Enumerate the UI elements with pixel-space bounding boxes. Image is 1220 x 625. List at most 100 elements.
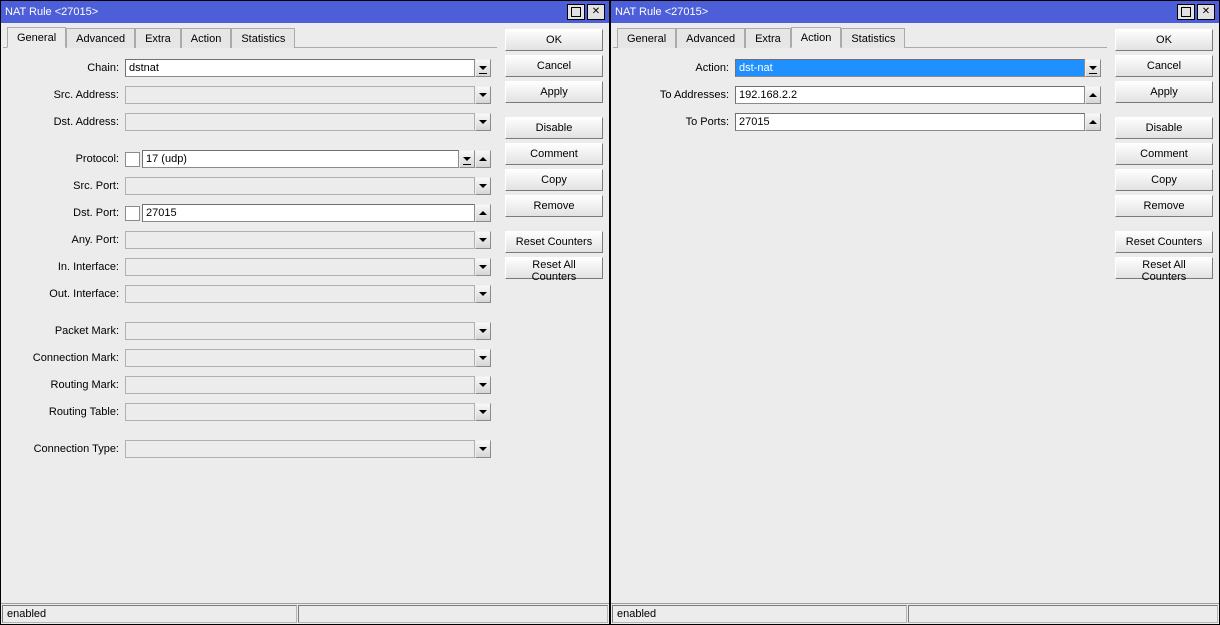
any-port-input[interactable]: [125, 231, 475, 249]
src-address-label: Src. Address:: [9, 89, 125, 101]
tabstrip: General Advanced Extra Action Statistics: [613, 25, 1107, 48]
tab-extra[interactable]: Extra: [745, 28, 791, 48]
disable-button[interactable]: Disable: [1115, 117, 1213, 139]
connection-type-input[interactable]: [125, 440, 475, 458]
tab-statistics[interactable]: Statistics: [841, 28, 905, 48]
reset-counters-button[interactable]: Reset Counters: [1115, 231, 1213, 253]
dst-address-label: Dst. Address:: [9, 116, 125, 128]
dst-port-input[interactable]: [142, 204, 475, 222]
dst-port-invert-checkbox[interactable]: [125, 206, 140, 221]
remove-button[interactable]: Remove: [1115, 195, 1213, 217]
routing-table-input[interactable]: [125, 403, 475, 421]
protocol-dropdown-icon[interactable]: [459, 150, 475, 168]
maximize-icon[interactable]: [567, 4, 585, 20]
routing-mark-input[interactable]: [125, 376, 475, 394]
protocol-label: Protocol:: [9, 153, 125, 165]
to-addresses-input[interactable]: [735, 86, 1085, 104]
reset-all-counters-button[interactable]: Reset All Counters: [505, 257, 603, 279]
reset-all-counters-button[interactable]: Reset All Counters: [1115, 257, 1213, 279]
src-port-input[interactable]: [125, 177, 475, 195]
disable-button[interactable]: Disable: [505, 117, 603, 139]
protocol-invert-checkbox[interactable]: [125, 152, 140, 167]
out-interface-expand-icon[interactable]: [475, 285, 491, 303]
status-spacer: [298, 605, 608, 623]
cancel-button[interactable]: Cancel: [1115, 55, 1213, 77]
close-icon[interactable]: ✕: [587, 4, 605, 20]
tab-general[interactable]: General: [7, 27, 66, 48]
statusbar: enabled: [611, 603, 1219, 624]
connection-mark-label: Connection Mark:: [9, 352, 125, 364]
connection-mark-expand-icon[interactable]: [475, 349, 491, 367]
nat-rule-window-right: NAT Rule <27015> ✕ General Advanced Extr…: [610, 0, 1220, 625]
statusbar: enabled: [1, 603, 609, 624]
reset-counters-button[interactable]: Reset Counters: [505, 231, 603, 253]
packet-mark-expand-icon[interactable]: [475, 322, 491, 340]
to-ports-label: To Ports:: [619, 116, 735, 128]
to-addresses-collapse-icon[interactable]: [1085, 86, 1101, 104]
in-interface-expand-icon[interactable]: [475, 258, 491, 276]
protocol-input[interactable]: [142, 150, 459, 168]
tab-action[interactable]: Action: [791, 27, 842, 48]
window-title: NAT Rule <27015>: [615, 6, 1175, 18]
protocol-collapse-icon[interactable]: [475, 150, 491, 168]
titlebar: NAT Rule <27015> ✕: [611, 1, 1219, 23]
nat-rule-window-left: NAT Rule <27015> ✕ General Advanced Extr…: [0, 0, 610, 625]
in-interface-input[interactable]: [125, 258, 475, 276]
connection-type-expand-icon[interactable]: [475, 440, 491, 458]
src-address-input[interactable]: [125, 86, 475, 104]
connection-mark-input[interactable]: [125, 349, 475, 367]
status-text: enabled: [612, 605, 907, 623]
tab-extra[interactable]: Extra: [135, 28, 181, 48]
tab-statistics[interactable]: Statistics: [231, 28, 295, 48]
dst-address-input[interactable]: [125, 113, 475, 131]
tabstrip: General Advanced Extra Action Statistics: [3, 25, 497, 48]
action-dropdown-icon[interactable]: [1085, 59, 1101, 77]
any-port-expand-icon[interactable]: [475, 231, 491, 249]
button-column: OK Cancel Apply Disable Comment Copy Rem…: [499, 23, 609, 603]
to-ports-collapse-icon[interactable]: [1085, 113, 1101, 131]
src-port-label: Src. Port:: [9, 180, 125, 192]
tab-advanced[interactable]: Advanced: [676, 28, 745, 48]
packet-mark-input[interactable]: [125, 322, 475, 340]
packet-mark-label: Packet Mark:: [9, 325, 125, 337]
routing-table-label: Routing Table:: [9, 406, 125, 418]
copy-button[interactable]: Copy: [1115, 169, 1213, 191]
status-spacer: [908, 605, 1218, 623]
tab-action[interactable]: Action: [181, 28, 232, 48]
chain-label: Chain:: [9, 62, 125, 74]
src-port-expand-icon[interactable]: [475, 177, 491, 195]
in-interface-label: In. Interface:: [9, 261, 125, 273]
dst-address-expand-icon[interactable]: [475, 113, 491, 131]
out-interface-label: Out. Interface:: [9, 288, 125, 300]
chain-dropdown-icon[interactable]: [475, 59, 491, 77]
tab-advanced[interactable]: Advanced: [66, 28, 135, 48]
close-icon[interactable]: ✕: [1197, 4, 1215, 20]
to-addresses-label: To Addresses:: [619, 89, 735, 101]
ok-button[interactable]: OK: [1115, 29, 1213, 51]
maximize-icon[interactable]: [1177, 4, 1195, 20]
remove-button[interactable]: Remove: [505, 195, 603, 217]
dst-port-label: Dst. Port:: [9, 207, 125, 219]
src-address-expand-icon[interactable]: [475, 86, 491, 104]
routing-table-expand-icon[interactable]: [475, 403, 491, 421]
apply-button[interactable]: Apply: [1115, 81, 1213, 103]
to-ports-input[interactable]: [735, 113, 1085, 131]
routing-mark-label: Routing Mark:: [9, 379, 125, 391]
tab-general[interactable]: General: [617, 28, 676, 48]
chain-input[interactable]: [125, 59, 475, 77]
button-column: OK Cancel Apply Disable Comment Copy Rem…: [1109, 23, 1219, 603]
copy-button[interactable]: Copy: [505, 169, 603, 191]
comment-button[interactable]: Comment: [505, 143, 603, 165]
apply-button[interactable]: Apply: [505, 81, 603, 103]
comment-button[interactable]: Comment: [1115, 143, 1213, 165]
action-label: Action:: [619, 62, 735, 74]
cancel-button[interactable]: Cancel: [505, 55, 603, 77]
status-text: enabled: [2, 605, 297, 623]
out-interface-input[interactable]: [125, 285, 475, 303]
routing-mark-expand-icon[interactable]: [475, 376, 491, 394]
ok-button[interactable]: OK: [505, 29, 603, 51]
any-port-label: Any. Port:: [9, 234, 125, 246]
dst-port-collapse-icon[interactable]: [475, 204, 491, 222]
window-title: NAT Rule <27015>: [5, 6, 565, 18]
action-input[interactable]: [735, 59, 1085, 77]
